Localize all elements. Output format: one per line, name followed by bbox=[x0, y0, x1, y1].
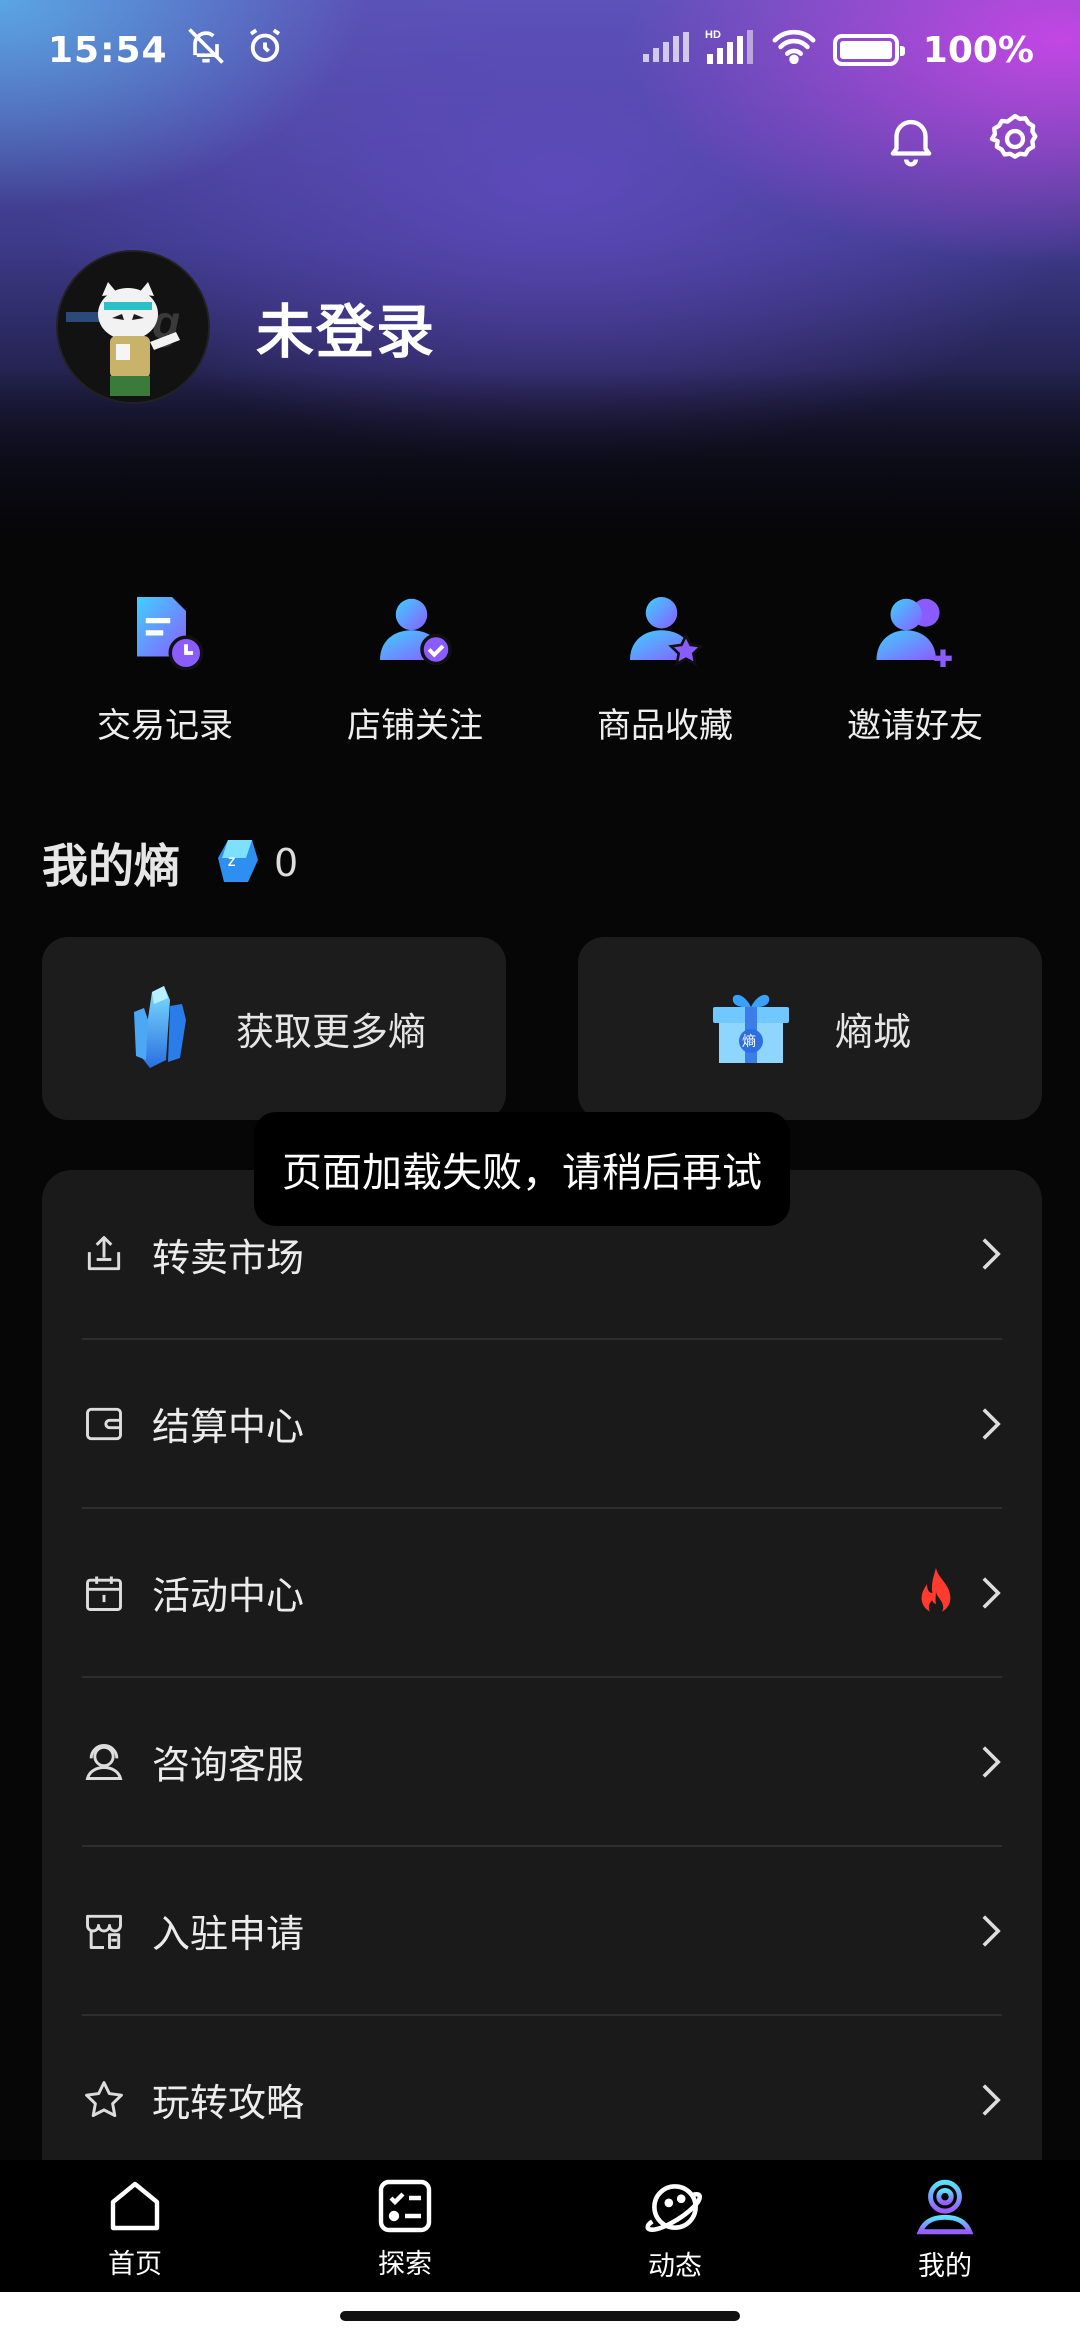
nav-label: 动态 bbox=[648, 2251, 702, 2282]
upload-icon bbox=[87, 1236, 121, 1271]
svg-text:HD: HD bbox=[705, 29, 721, 41]
menu-label: 活动中心 bbox=[152, 1574, 305, 1618]
battery-percent: 100% bbox=[922, 29, 1034, 71]
get-more-entropy-label: 获取更多熵 bbox=[235, 1010, 426, 1054]
chevron-right-icon bbox=[982, 1576, 1001, 1609]
nav-label: 首页 bbox=[108, 2249, 162, 2280]
gear-icon[interactable] bbox=[986, 110, 1044, 168]
bell-icon[interactable] bbox=[882, 110, 940, 168]
entropy-mall-label: 熵城 bbox=[834, 1010, 911, 1054]
avatar[interactable]: g bbox=[56, 250, 210, 404]
customer-service-icon bbox=[85, 1743, 123, 1780]
alarm-icon bbox=[244, 25, 286, 76]
status-time: 15:54 bbox=[48, 29, 168, 71]
menu-item-customer-service[interactable]: 咨询客服 bbox=[82, 1676, 1002, 1845]
quick-action-label: 商品收藏 bbox=[597, 706, 733, 746]
get-more-entropy-card[interactable]: 获取更多熵 bbox=[42, 937, 506, 1120]
chevron-right-icon bbox=[982, 1407, 1001, 1440]
transaction-record-icon bbox=[123, 590, 207, 674]
entropy-gem-icon: Z bbox=[216, 836, 260, 890]
nav-label: 我的 bbox=[918, 2251, 972, 2282]
quick-actions: 交易记录 店铺关注 商品收藏 邀请好友 bbox=[0, 590, 1080, 747]
menu-label: 咨询客服 bbox=[152, 1743, 305, 1787]
chevron-right-icon bbox=[982, 2083, 1001, 2116]
svg-text:Z: Z bbox=[228, 855, 235, 869]
quick-action-transaction-record[interactable]: 交易记录 bbox=[55, 590, 275, 747]
battery-icon bbox=[832, 34, 905, 66]
quick-action-shop-follow[interactable]: 店铺关注 bbox=[305, 590, 525, 747]
planet-icon bbox=[645, 2184, 702, 2232]
menu-item-settlement-center[interactable]: 结算中心 bbox=[82, 1338, 1002, 1507]
shop-follow-icon bbox=[373, 590, 457, 674]
chevron-right-icon bbox=[982, 1745, 1001, 1778]
star-icon bbox=[85, 2080, 123, 2117]
profile-header: 15:54 HD 100% g 未登录 bbox=[0, 0, 1080, 540]
crystal-icon bbox=[122, 982, 194, 1076]
invite-friends-icon bbox=[873, 590, 957, 674]
nav-item-moments[interactable]: 动态 bbox=[540, 2160, 810, 2292]
profile-icon bbox=[916, 2179, 974, 2235]
fire-icon bbox=[921, 1567, 951, 1615]
quick-action-invite-friends[interactable]: 邀请好友 bbox=[805, 590, 1025, 747]
entropy-count: 0 bbox=[274, 841, 299, 885]
menu-label: 玩转攻略 bbox=[152, 2081, 305, 2125]
entropy-mall-card[interactable]: 熵 熵城 bbox=[578, 937, 1042, 1120]
menu-item-store-application[interactable]: 入驻申请 bbox=[82, 1845, 1002, 2014]
quick-action-label: 店铺关注 bbox=[347, 706, 483, 746]
entropy-title: 我的熵 bbox=[42, 839, 180, 893]
gesture-handle[interactable] bbox=[340, 2311, 740, 2321]
menu-item-activity-center[interactable]: 活动中心 bbox=[82, 1507, 1002, 1676]
profile-area[interactable]: g 未登录 bbox=[56, 250, 436, 404]
quick-action-label: 邀请好友 bbox=[847, 706, 983, 746]
entropy-header: 我的熵 Z 0 bbox=[42, 830, 298, 896]
status-bar: 15:54 HD 100% bbox=[0, 0, 1080, 100]
signal-icon bbox=[641, 30, 689, 71]
gift-box-icon: 熵 bbox=[709, 987, 793, 1071]
explore-icon bbox=[378, 2179, 432, 2233]
quick-action-label: 交易记录 bbox=[97, 706, 233, 746]
calendar-icon bbox=[86, 1576, 122, 1611]
nav-item-home[interactable]: 首页 bbox=[0, 2160, 270, 2292]
profile-name[interactable]: 未登录 bbox=[256, 285, 436, 369]
hd-signal-icon: HD bbox=[705, 28, 755, 73]
mute-notification-icon bbox=[184, 24, 228, 77]
nav-item-explore[interactable]: 探索 bbox=[270, 2160, 540, 2292]
product-favorite-icon bbox=[623, 590, 707, 674]
nav-label: 探索 bbox=[378, 2249, 432, 2280]
wallet-icon bbox=[86, 1407, 122, 1440]
chevron-right-icon bbox=[982, 1238, 1001, 1270]
bottom-nav: 首页 探索 动态 我的 bbox=[0, 2160, 1080, 2292]
menu-label: 转卖市场 bbox=[152, 1235, 305, 1280]
nav-item-mine[interactable]: 我的 bbox=[810, 2160, 1080, 2292]
error-toast: 页面加载失败，请稍后再试 bbox=[254, 1112, 790, 1226]
wifi-icon bbox=[771, 28, 817, 73]
chevron-right-icon bbox=[982, 1914, 1001, 1947]
menu-label: 结算中心 bbox=[152, 1405, 305, 1449]
store-application-icon bbox=[86, 1914, 122, 1949]
home-icon bbox=[110, 2181, 160, 2231]
quick-action-product-favorite[interactable]: 商品收藏 bbox=[555, 590, 775, 747]
menu-label: 入驻申请 bbox=[152, 1912, 305, 1956]
menu-item-strategy-guide[interactable]: 玩转攻略 bbox=[82, 2014, 1002, 2183]
svg-text:熵: 熵 bbox=[742, 1034, 756, 1050]
menu-list: 转卖市场 结算中心 活动中心 咨询客服 入驻申请 玩转攻略 bbox=[42, 1170, 1042, 2170]
